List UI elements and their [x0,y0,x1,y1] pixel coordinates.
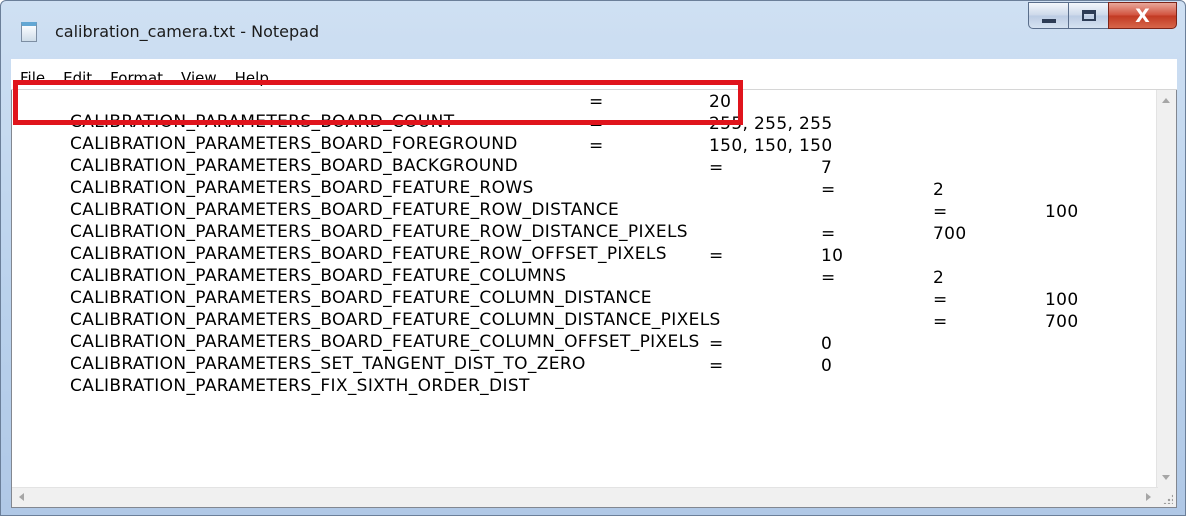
param-value: 2 [933,268,945,288]
text-line: CALIBRATION_PARAMETERS_SET_TANGENT_DIST_… [24,334,832,374]
text-line: CALIBRATION_PARAMETERS_BOARD_FEATURE_ROW… [24,224,966,264]
minimize-icon [1041,18,1056,23]
param-value: 0 [821,334,833,354]
scroll-up-icon[interactable] [1162,98,1170,103]
param-key: CALIBRATION_PARAMETERS_FIX_SIXTH_ORDER_D… [70,376,530,396]
param-equals: = [933,290,948,310]
text-line: CALIBRATION_PARAMETERS_BOARD_BACKGROUND … [24,136,832,176]
notepad-window: calibration_camera.txt - Notepad X File … [0,0,1186,516]
text-line: CALIBRATION_PARAMETERS_BOARD_FEATURE_COL… [24,290,1078,330]
text-line: CALIBRATION_PARAMETERS_BOARD_FEATURE_COL… [24,246,843,286]
text-line: CALIBRATION_PARAMETERS_BOARD_FEATURE_ROW… [24,180,944,220]
param-equals: = [589,136,604,156]
text-line: CALIBRATION_PARAMETERS_BOARD_FEATURE_COL… [24,268,944,308]
text-line: CALIBRATION_PARAMETERS_BOARD_FEATURE_ROW… [24,158,832,198]
maximize-button[interactable] [1068,2,1108,29]
param-equals: = [709,334,724,354]
text-line: CALIBRATION_PARAMETERS_BOARD_FEATURE_COL… [24,312,1078,352]
horizontal-scrollbar[interactable] [12,487,1158,507]
param-value: 700 [1045,312,1079,332]
minimize-button[interactable] [1028,2,1068,29]
scroll-left-icon[interactable] [19,493,24,501]
text-editor[interactable]: CALIBRATION_PARAMETERS_BOARD_COUNT = 20 … [11,90,1177,508]
param-equals: = [933,312,948,332]
param-value: 2 [933,180,945,200]
param-value: 700 [933,224,967,244]
vertical-scrollbar[interactable] [1156,90,1176,488]
close-icon: X [1135,4,1150,27]
param-equals: = [821,224,836,244]
close-button[interactable]: X [1108,2,1177,29]
size-grip[interactable] [1157,488,1176,507]
param-value: 100 [1045,202,1079,222]
text-line: CALIBRATION_PARAMETERS_BOARD_FEATURE_ROW… [24,202,1078,242]
text-line: CALIBRATION_PARAMETERS_FIX_SIXTH_ORDER_D… [24,356,832,396]
text-area[interactable]: CALIBRATION_PARAMETERS_BOARD_COUNT = 20 … [12,90,1158,488]
param-equals: = [709,158,724,178]
resize-grip-icon [1163,494,1173,504]
window-title: calibration_camera.txt - Notepad [55,22,320,41]
param-value: 100 [1045,290,1079,310]
param-equals: = [933,202,948,222]
param-equals: = [709,246,724,266]
param-equals: = [709,356,724,376]
param-value: 0 [821,356,833,376]
param-value: 7 [821,158,833,178]
param-equals: = [821,268,836,288]
param-value: 10 [821,246,844,266]
highlight-annotation-box [13,80,743,125]
param-value: 150, 150, 150 [709,136,833,156]
maximize-icon [1081,10,1096,21]
notepad-icon[interactable] [21,22,37,42]
title-bar[interactable]: calibration_camera.txt - Notepad X [1,1,1185,59]
caption-buttons: X [1028,2,1177,30]
param-equals: = [821,180,836,200]
scroll-right-icon[interactable] [1146,493,1151,501]
scroll-down-icon[interactable] [1162,475,1170,480]
